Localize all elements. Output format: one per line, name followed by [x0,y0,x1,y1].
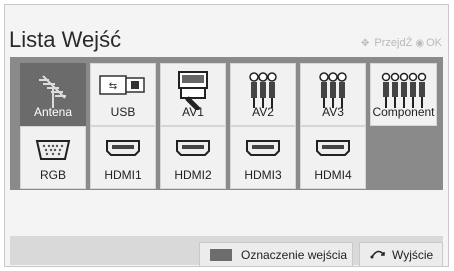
rca-3-icon [231,70,295,110]
exit-button[interactable]: Wyjście [359,242,443,267]
svg-text:⇆: ⇆ [109,81,117,92]
input-tile-av1[interactable]: AV1 [160,63,226,126]
exit-button-label: Wyjście [392,247,434,262]
usb-icon: ⇆ [91,70,155,100]
input-label: AV1 [182,105,204,119]
hdmi-icon [91,133,155,163]
input-tile-usb[interactable]: ⇆ USB [90,63,156,126]
input-label: HDMI1 [104,168,142,182]
ok-button-icon: ◉ [415,38,425,49]
input-label: AV2 [252,105,274,119]
input-label: HDMI2 [174,168,212,182]
navigation-hint: ✥ PrzejdŹ ◉ OK [361,37,442,49]
vga-icon [21,133,85,167]
input-label: HDMI3 [244,168,282,182]
input-label-button[interactable]: Oznaczenie wejścia [199,242,353,267]
page-title: Lista Wejść [9,27,122,52]
input-tile-av2[interactable]: AV2 [230,63,296,126]
return-arrow-icon [370,247,386,262]
input-label: HDMI4 [314,168,352,182]
hint-ok-label: OK [426,37,442,49]
rca-5-icon [371,70,436,110]
color-key-icon [210,248,232,261]
input-label: USB [110,105,136,119]
antenna-icon [21,70,85,110]
input-tile-hdmi1[interactable]: HDMI1 [90,126,156,189]
input-label: RGB [39,168,66,182]
hdmi-icon [231,133,295,163]
input-label: AV3 [322,105,344,119]
hdmi-icon [301,133,365,163]
input-tile-hdmi2[interactable]: HDMI2 [160,126,226,189]
hint-move-label: PrzejdŹ [374,37,413,49]
input-label-button-text: Oznaczenie wejścia [241,247,348,262]
input-tile-hdmi3[interactable]: HDMI3 [230,126,296,189]
scart-icon [161,70,225,110]
dpad-icon: ✥ [360,38,370,49]
input-tile-av3[interactable]: AV3 [300,63,366,126]
input-tile-rgb[interactable]: RGB [20,126,86,189]
rca-3-icon [301,70,365,110]
input-tile-antena[interactable]: Antena [20,63,86,126]
hdmi-icon [161,133,225,163]
input-label: Antena [33,105,73,119]
input-tile-component[interactable]: Component [370,63,437,126]
input-tile-hdmi4[interactable]: HDMI4 [300,126,366,189]
input-label: Component [372,105,435,119]
